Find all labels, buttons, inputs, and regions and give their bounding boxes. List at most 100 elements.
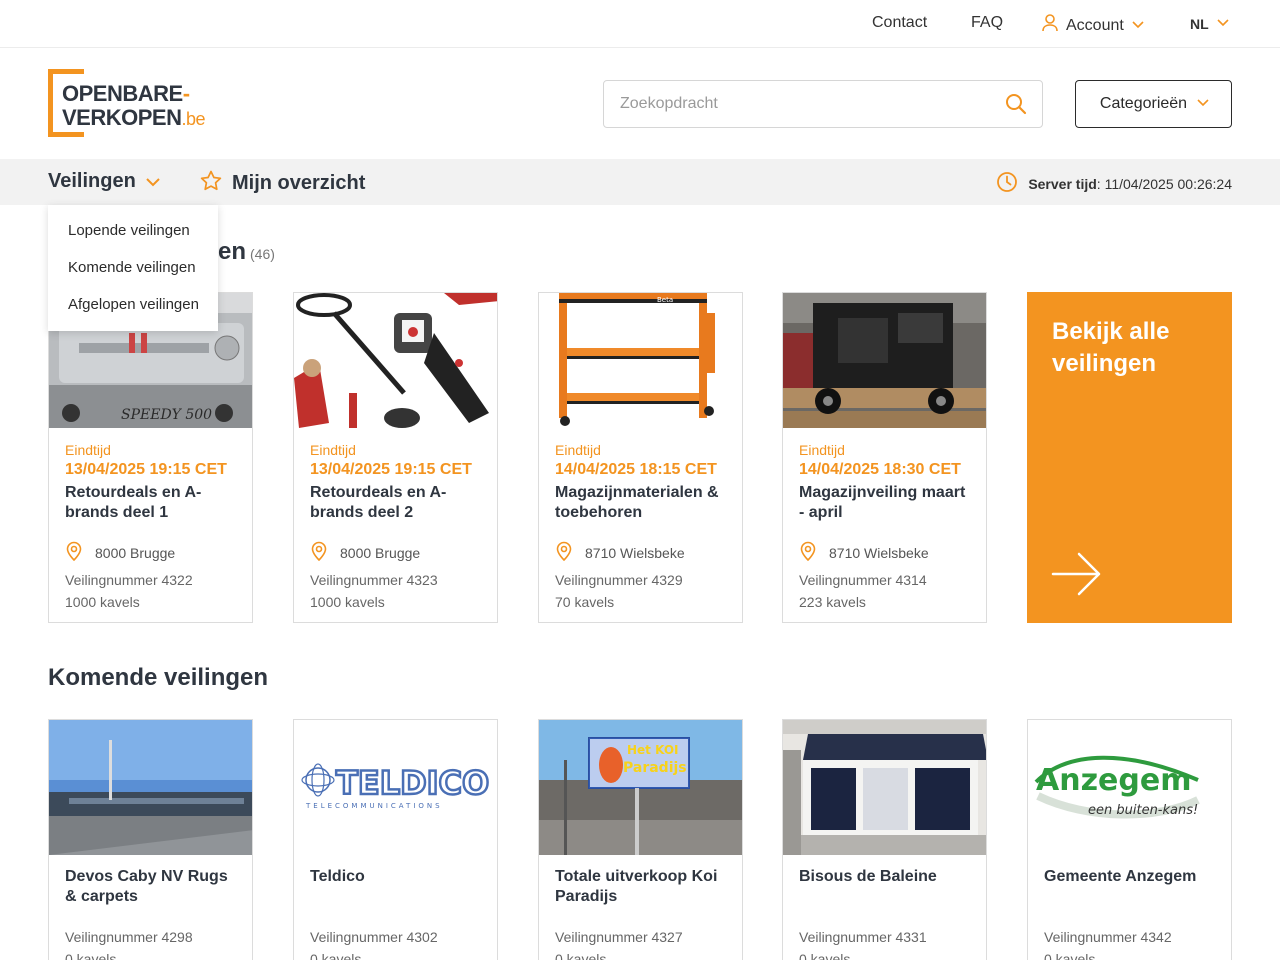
search-box: [603, 80, 1043, 128]
auction-card[interactable]: Devos Caby NV Rugs & carpets Veilingnumm…: [48, 719, 253, 960]
auction-title: Bisous de Baleine: [799, 868, 937, 885]
lot-count: 0 kavels: [1044, 951, 1096, 960]
view-all-label: Bekijk alle veilingen: [1052, 318, 1170, 377]
location-text: 8000 Brugge: [340, 544, 421, 561]
top-utility-bar: Contact FAQ Account NL: [0, 0, 1280, 48]
server-time: Server tijd: 11/04/2025 00:26:24: [996, 171, 1232, 196]
auction-image: [783, 720, 986, 855]
lot-count: 0 kavels: [555, 951, 607, 960]
auction-card[interactable]: Eindtijd 14/04/2025 18:30 CET Magazijnve…: [782, 292, 987, 623]
auction-number: Veilingnummer 4298: [65, 929, 193, 945]
account-label: Account: [1066, 16, 1124, 34]
auction-location: 8710 Wielsbeke: [555, 541, 726, 564]
auctions-dropdown: Lopende veilingen Komende veilingen Afge…: [48, 205, 218, 331]
auction-card[interactable]: TELDICO TELECOMMUNICATIONS Teldico Veili…: [293, 719, 498, 960]
faq-link[interactable]: FAQ: [971, 14, 1003, 32]
end-time-label: Eindtijd: [65, 442, 111, 458]
account-menu[interactable]: Account: [1042, 14, 1144, 37]
svg-text:SPEEDY 500: SPEEDY 500: [121, 407, 212, 423]
end-time-value: 14/04/2025 18:15 CET: [555, 461, 717, 478]
chevron-down-icon: [1217, 19, 1229, 29]
auction-card[interactable]: Beta Eindtijd 14/04/2025 18:15 CET Magaz…: [538, 292, 743, 623]
auction-title: Gemeente Anzegem: [1044, 868, 1197, 885]
auction-image: Anzegem een buiten-kans!: [1028, 720, 1231, 855]
nav-auctions[interactable]: Veilingen: [48, 170, 160, 193]
auction-card[interactable]: SPEEDY 500 Eindtijd 13/04/2025 19:15 CET…: [48, 292, 253, 623]
auction-image: [49, 720, 252, 855]
dropdown-item-running[interactable]: Lopende veilingen: [48, 219, 218, 256]
svg-text:Het KOI: Het KOI: [627, 743, 679, 757]
running-count: (46): [250, 246, 275, 262]
auction-number: Veilingnummer 4302: [310, 929, 438, 945]
site-logo[interactable]: OPENBARE- VERKOPEN.be: [48, 69, 218, 139]
clock-icon: [996, 171, 1018, 196]
auction-number: Veilingnummer 4342: [1044, 929, 1172, 945]
anzegem-logo-sub: een buiten-kans!: [1088, 803, 1198, 818]
language-label: NL: [1190, 16, 1209, 32]
categories-button[interactable]: Categorieën: [1075, 80, 1232, 128]
location-pin-icon: [799, 541, 817, 564]
section-title-running-tail: en: [218, 238, 247, 265]
language-selector[interactable]: NL: [1190, 16, 1229, 32]
auction-title: Teldico: [310, 868, 365, 885]
auction-card[interactable]: Het KOI Paradijs Totale uitverkoop Koi P…: [538, 719, 743, 960]
location-text: 8000 Brugge: [95, 544, 176, 561]
server-time-value: : 11/04/2025 00:26:24: [1096, 175, 1232, 192]
anzegem-logo-text: Anzegem: [1036, 763, 1191, 798]
auction-title: Magazijnmaterialen & toebehoren: [555, 484, 719, 521]
auction-card[interactable]: Anzegem een buiten-kans! Gemeente Anzege…: [1027, 719, 1232, 960]
lot-count: 0 kavels: [65, 951, 117, 960]
contact-label: Contact: [872, 14, 928, 31]
dropdown-item-upcoming[interactable]: Komende veilingen: [48, 256, 218, 293]
lot-count: 1000 kavels: [310, 594, 385, 610]
auction-number: Veilingnummer 4314: [799, 572, 927, 588]
auction-title: Devos Caby NV Rugs & carpets: [65, 868, 228, 905]
auction-title: Retourdeals en A-brands deel 2: [310, 484, 447, 521]
auction-number: Veilingnummer 4329: [555, 572, 683, 588]
auction-location: 8000 Brugge: [65, 541, 236, 564]
lot-count: 0 kavels: [799, 951, 851, 960]
auction-card[interactable]: Eindtijd 13/04/2025 19:15 CET Retourdeal…: [293, 292, 498, 623]
dropdown-item-past[interactable]: Afgelopen veilingen: [48, 293, 218, 330]
view-all-auctions-tile[interactable]: Bekijk alle veilingen: [1027, 292, 1232, 623]
faq-label: FAQ: [971, 14, 1004, 31]
categories-label: Categorieën: [1099, 95, 1188, 112]
site-header: OPENBARE- VERKOPEN.be Categorieën: [0, 48, 1280, 159]
nav-my-overview[interactable]: Mijn overzicht: [200, 170, 365, 197]
auction-location: 8000 Brugge: [310, 541, 481, 564]
auction-image: Het KOI Paradijs: [539, 720, 742, 855]
auction-number: Veilingnummer 4322: [65, 572, 193, 588]
chevron-down-icon: [1197, 99, 1209, 109]
lot-count: 0 kavels: [310, 951, 362, 960]
nav-my-overview-label: Mijn overzicht: [232, 172, 366, 194]
search-input[interactable]: [604, 81, 1004, 127]
end-time-value: 13/04/2025 19:15 CET: [310, 461, 472, 478]
chevron-down-icon: [146, 170, 160, 193]
teldico-logo-sub: TELECOMMUNICATIONS: [305, 802, 443, 810]
contact-link[interactable]: Contact: [872, 14, 927, 32]
auction-number: Veilingnummer 4331: [799, 929, 927, 945]
auction-number: Veilingnummer 4323: [310, 572, 438, 588]
svg-text:Beta: Beta: [657, 296, 673, 304]
star-icon: [200, 170, 222, 197]
end-time-label: Eindtijd: [310, 442, 356, 458]
user-icon: [1042, 14, 1058, 37]
location-pin-icon: [310, 541, 328, 564]
auction-image: Beta: [539, 293, 742, 428]
auction-title: Magazijnveiling maart - april: [799, 484, 966, 521]
location-pin-icon: [555, 541, 573, 564]
server-time-label: Server tijd: [1028, 175, 1097, 192]
auction-card[interactable]: Bisous de Baleine Veilingnummer 4331 0 k…: [782, 719, 987, 960]
lot-count: 223 kavels: [799, 594, 866, 610]
section-title-upcoming: Komende veilingen: [48, 664, 269, 691]
teldico-logo-text: TELDICO: [336, 764, 489, 802]
search-icon[interactable]: [1004, 92, 1028, 116]
logo-text-line1: OPENBARE-: [62, 81, 190, 106]
end-time-value: 13/04/2025 19:15 CET: [65, 461, 227, 478]
main-nav: Veilingen Mijn overzicht Server tijd: 11…: [0, 159, 1280, 205]
location-text: 8710 Wielsbeke: [829, 544, 929, 561]
end-time-label: Eindtijd: [555, 442, 601, 458]
svg-text:Paradijs: Paradijs: [623, 760, 687, 776]
nav-auctions-label: Veilingen: [48, 170, 136, 192]
auction-image: [294, 293, 497, 428]
